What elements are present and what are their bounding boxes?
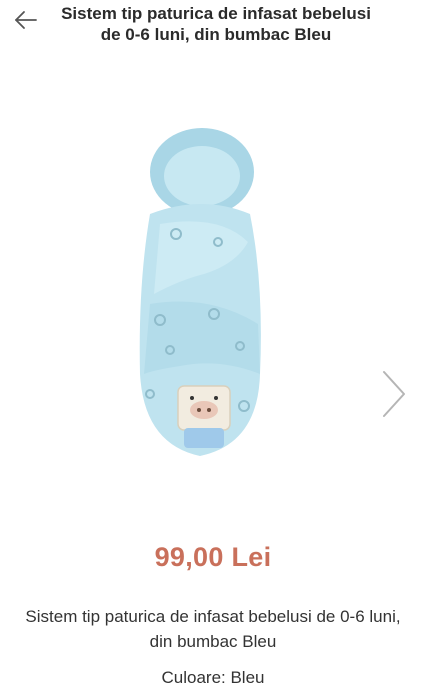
product-image-gallery[interactable] [0,76,426,536]
arrow-left-icon [15,11,37,29]
page-title: Sistem tip paturica de infasat bebelusi … [61,4,371,44]
product-name: Sistem tip paturica de infasat bebelusi … [25,607,401,651]
chevron-right-icon [383,371,405,417]
header-bar: Sistem tip paturica de infasat bebelusi … [0,0,426,72]
product-image[interactable] [120,124,280,464]
next-image-button[interactable] [376,368,410,420]
product-price: 99,00 Lei [154,542,272,572]
back-button[interactable] [12,8,40,32]
product-color: Culoare: Bleu [161,668,265,687]
